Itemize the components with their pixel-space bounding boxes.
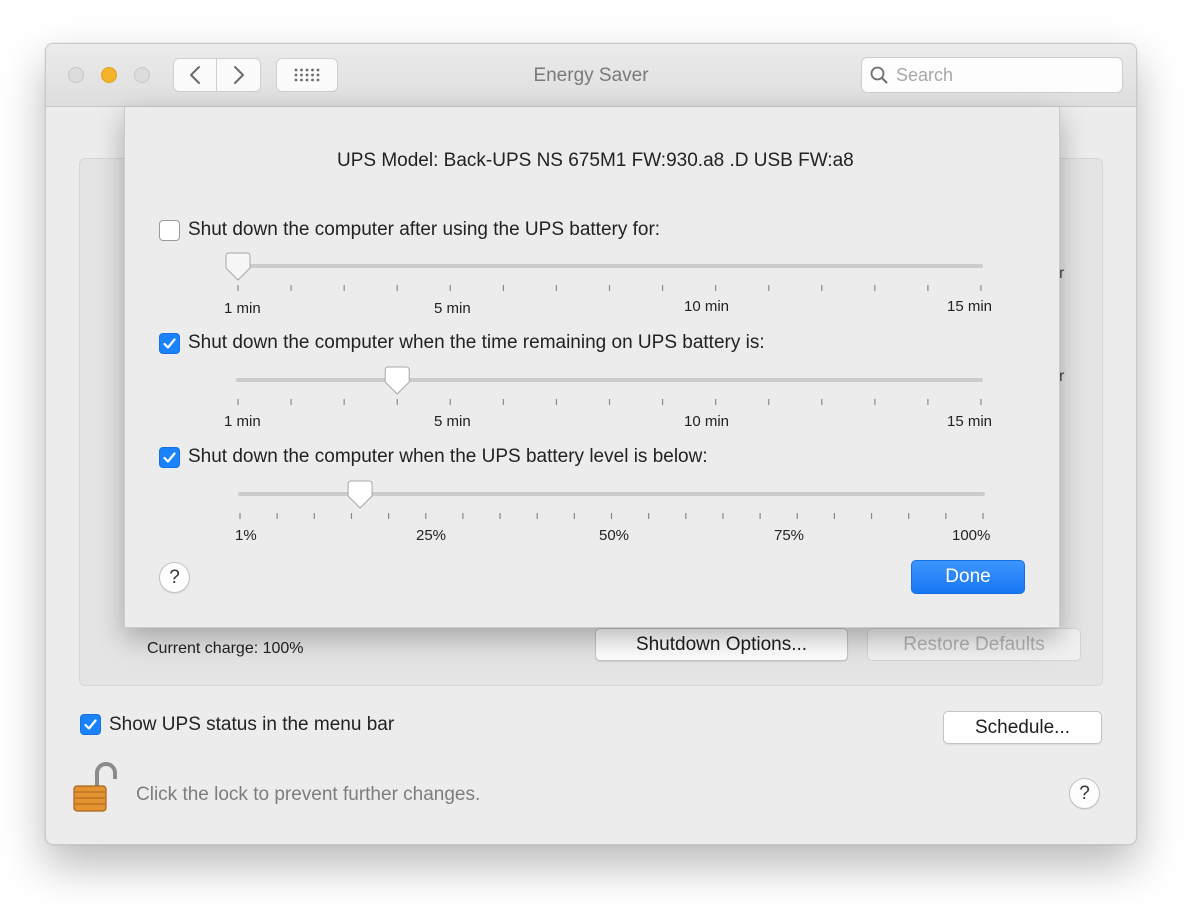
shutdown-battery-level-checkbox[interactable] <box>159 447 180 468</box>
shutdown-after-battery-checkbox[interactable] <box>159 220 180 241</box>
slider-tick-label: 10 min <box>684 413 730 430</box>
sheet-help-button[interactable]: ? <box>159 562 190 593</box>
slider-tick-label: 15 min <box>947 413 993 430</box>
slider-tick-label: 75% <box>774 527 805 544</box>
shutdown-time-remaining-checkbox[interactable] <box>159 333 180 354</box>
shutdown-options-button[interactable]: Shutdown Options... <box>595 628 848 661</box>
slider-tick-label: 1 min <box>224 300 261 317</box>
slider-tick-label: 5 min <box>434 413 471 430</box>
slider-tick-label: 5 min <box>434 300 471 317</box>
slider-tick-label: 25% <box>416 527 447 544</box>
checkmark-icon <box>163 338 176 349</box>
show-ups-status-label: Show UPS status in the menu bar <box>109 714 395 735</box>
slider-tick-label: 10 min <box>684 298 730 315</box>
slider-tick-label: 1% <box>235 527 257 544</box>
energy-saver-window: Energy Saver Search r r Current charge: … <box>45 43 1137 845</box>
slider-tick-label: 1 min <box>224 413 261 430</box>
sliders-canvas <box>225 252 985 519</box>
done-button[interactable]: Done <box>911 560 1025 594</box>
restore-defaults-button[interactable]: Restore Defaults <box>867 628 1081 661</box>
lock-open-icon <box>73 762 117 812</box>
shutdown-options-sheet: UPS Model: Back-UPS NS 675M1 FW:930.a8 .… <box>124 107 1060 628</box>
show-ups-status-checkbox[interactable] <box>80 714 101 735</box>
slider-thumb[interactable] <box>384 366 410 395</box>
shutdown-time-remaining-label: Shut down the computer when the time rem… <box>188 332 765 353</box>
checkmark-icon <box>84 719 97 730</box>
slider-tick-label: 15 min <box>947 298 993 315</box>
slider-tick-label: 100% <box>952 527 991 544</box>
title-bar: Energy Saver Search <box>46 44 1136 107</box>
help-button[interactable]: ? <box>1069 778 1100 809</box>
shutdown-battery-level-label: Shut down the computer when the UPS batt… <box>188 446 708 467</box>
lock-button[interactable] <box>68 757 124 813</box>
lock-message: Click the lock to prevent further change… <box>136 784 481 805</box>
slider-tick-label: 50% <box>599 527 630 544</box>
slider-thumb[interactable] <box>347 480 373 509</box>
search-placeholder: Search <box>896 64 954 85</box>
schedule-button[interactable]: Schedule... <box>943 711 1102 744</box>
search-field[interactable]: Search <box>861 57 1123 93</box>
current-charge-text: Current charge: 100% <box>147 640 304 657</box>
checkmark-icon <box>163 452 176 463</box>
slider-thumb[interactable] <box>225 252 251 281</box>
shutdown-after-battery-label: Shut down the computer after using the U… <box>188 219 661 240</box>
search-icon <box>870 66 888 84</box>
